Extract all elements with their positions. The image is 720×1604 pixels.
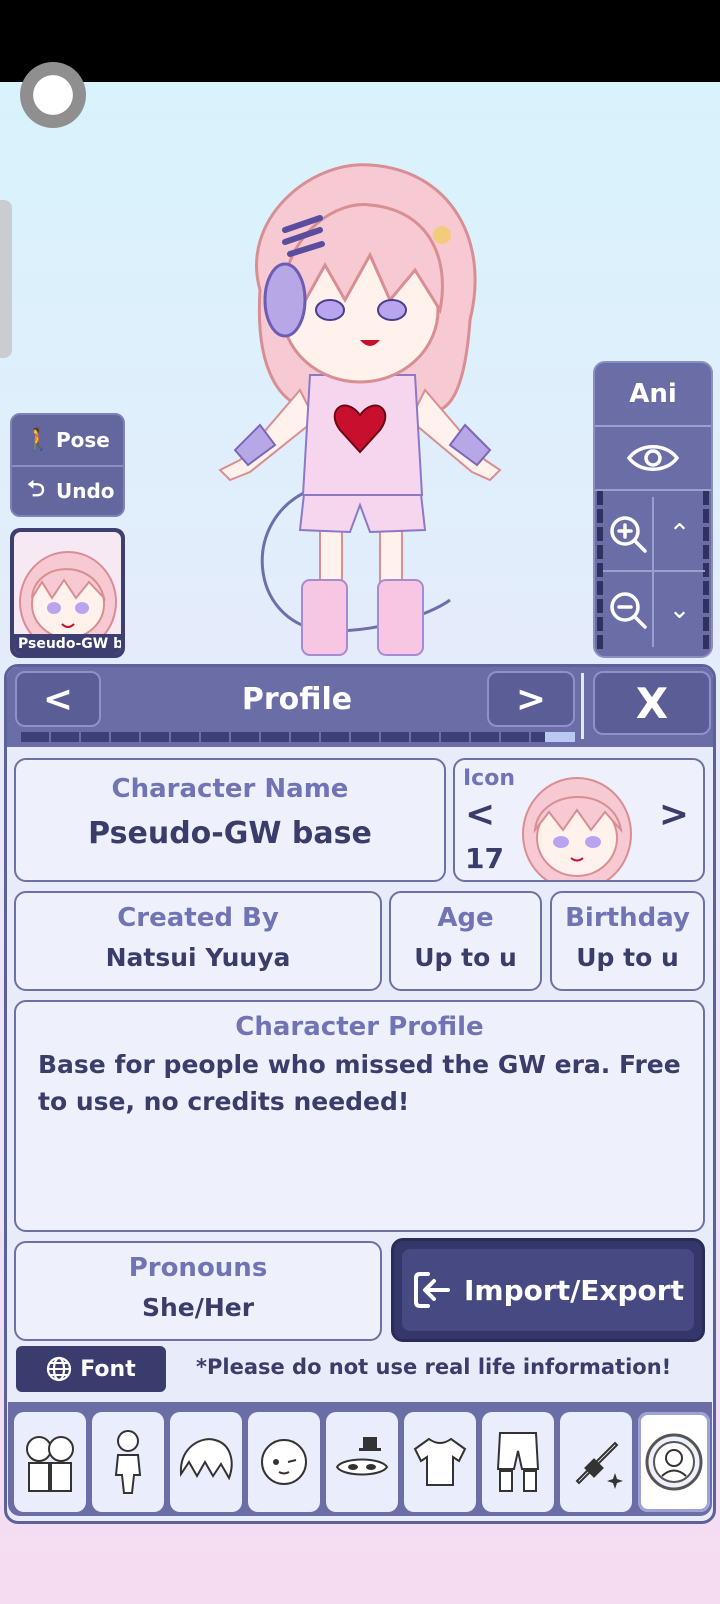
character-name-label: Character Name bbox=[111, 774, 349, 804]
character-profile-field[interactable]: Character Profile Base for people who mi… bbox=[14, 1000, 705, 1232]
icon-next-button[interactable]: > bbox=[659, 794, 689, 835]
tab-bottoms[interactable] bbox=[482, 1412, 554, 1512]
character-figure bbox=[218, 163, 502, 656]
pronouns-field[interactable]: Pronouns She/Her bbox=[14, 1241, 382, 1341]
tab-characters[interactable] bbox=[14, 1412, 86, 1512]
chevron-up-icon: ⌃ bbox=[668, 518, 691, 549]
birthday-label: Birthday bbox=[565, 903, 690, 933]
tab-face[interactable] bbox=[248, 1412, 320, 1512]
tab-body[interactable] bbox=[92, 1412, 164, 1512]
characters-icon bbox=[26, 1436, 74, 1492]
close-button[interactable]: X bbox=[593, 671, 711, 735]
globe-icon bbox=[47, 1356, 72, 1382]
privacy-note: *Please do not use real life information… bbox=[196, 1355, 672, 1379]
ani-label: Ani bbox=[629, 379, 677, 409]
birthday-field[interactable]: Birthday Up to u bbox=[550, 891, 705, 991]
character-profile-label: Character Profile bbox=[235, 1012, 484, 1042]
undo-icon: ⮌ bbox=[27, 477, 45, 502]
icon-face-preview bbox=[522, 777, 632, 880]
font-button[interactable]: Font bbox=[16, 1346, 166, 1392]
age-value: Up to u bbox=[414, 943, 517, 972]
ani-button[interactable]: Ani bbox=[595, 363, 711, 427]
page-title: Profile bbox=[241, 681, 353, 717]
birthday-value: Up to u bbox=[576, 943, 679, 972]
created-by-field[interactable]: Created By Natsui Yuuya bbox=[14, 891, 382, 991]
pronouns-value: She/Her bbox=[141, 1293, 255, 1322]
pose-icon: 🚶 bbox=[24, 427, 52, 453]
character-name-value: Pseudo-GW base bbox=[88, 816, 372, 851]
import-export-button[interactable]: Import/Export bbox=[391, 1238, 705, 1342]
import-export-label: Import/Export bbox=[464, 1273, 684, 1307]
icon-next-arrow-icon: > bbox=[658, 794, 689, 835]
icon-selector: Icon < 17 > bbox=[453, 758, 705, 882]
status-bar bbox=[0, 0, 720, 82]
character-profile-text: Base for people who missed the GW era. F… bbox=[38, 1050, 681, 1116]
zoom-in-icon bbox=[609, 515, 647, 553]
tab-accessories[interactable] bbox=[326, 1412, 398, 1512]
zoom-out-icon bbox=[609, 591, 647, 629]
character-card-label: Pseudo-GW base bbox=[14, 634, 121, 654]
move-down-button[interactable]: ⌄ bbox=[654, 572, 705, 647]
body-icon bbox=[114, 1430, 142, 1494]
tab-hair[interactable] bbox=[170, 1412, 242, 1512]
font-label: Font bbox=[80, 1356, 136, 1382]
category-tab-bar bbox=[8, 1402, 712, 1516]
prev-page-button[interactable]: < bbox=[15, 671, 101, 727]
chevron-down-icon: ⌄ bbox=[668, 594, 691, 625]
bottom-clothing-icon bbox=[496, 1432, 540, 1492]
pronouns-label: Pronouns bbox=[128, 1253, 268, 1283]
move-up-button[interactable]: ⌃ bbox=[654, 497, 705, 572]
tab-props[interactable] bbox=[560, 1412, 632, 1512]
next-arrow-icon: > bbox=[515, 678, 547, 720]
view-controls-panel: Ani ⌃ ⌄ bbox=[593, 361, 713, 658]
age-field[interactable]: Age Up to u bbox=[389, 891, 542, 991]
undo-button[interactable]: ⮌ Undo bbox=[12, 465, 123, 515]
tab-tops[interactable] bbox=[404, 1412, 476, 1512]
age-label: Age bbox=[437, 903, 494, 933]
header-divider bbox=[581, 673, 584, 739]
zoom-out-button[interactable] bbox=[603, 572, 654, 647]
pose-button[interactable]: 🚶 Pose bbox=[12, 415, 123, 465]
props-icon bbox=[575, 1441, 623, 1489]
icon-prev-button[interactable]: < bbox=[465, 794, 495, 835]
pose-undo-panel: 🚶 Pose ⮌ Undo bbox=[10, 413, 125, 517]
prev-arrow-icon: < bbox=[42, 678, 74, 720]
accessories-icon bbox=[335, 1437, 389, 1476]
created-by-value: Natsui Yuuya bbox=[105, 943, 291, 972]
profile-header: < Profile > X bbox=[7, 667, 713, 747]
next-page-button[interactable]: > bbox=[487, 671, 575, 727]
hair-icon bbox=[179, 1438, 233, 1481]
page-progress-bar bbox=[21, 732, 575, 742]
eye-icon bbox=[626, 445, 680, 471]
undo-label: Undo bbox=[56, 479, 115, 503]
created-by-label: Created By bbox=[117, 903, 279, 933]
eye-button[interactable] bbox=[595, 427, 711, 491]
menu-circle-button[interactable] bbox=[20, 62, 86, 128]
close-icon: X bbox=[635, 678, 669, 728]
character-card[interactable]: Pseudo-GW base bbox=[10, 528, 125, 658]
pose-label: Pose bbox=[56, 428, 110, 452]
icon-prev-arrow-icon: < bbox=[465, 794, 496, 835]
import-export-icon bbox=[414, 1272, 451, 1308]
tab-profile[interactable] bbox=[638, 1412, 710, 1512]
icon-number: 17 bbox=[465, 842, 504, 875]
zoom-in-button[interactable] bbox=[603, 497, 654, 572]
icon-label: Icon bbox=[463, 766, 516, 791]
top-clothing-icon bbox=[413, 1437, 467, 1486]
edge-handle[interactable] bbox=[0, 200, 12, 358]
character-name-field[interactable]: Character Name Pseudo-GW base bbox=[14, 758, 446, 882]
face-icon bbox=[261, 1439, 307, 1485]
profile-icon bbox=[645, 1433, 703, 1491]
